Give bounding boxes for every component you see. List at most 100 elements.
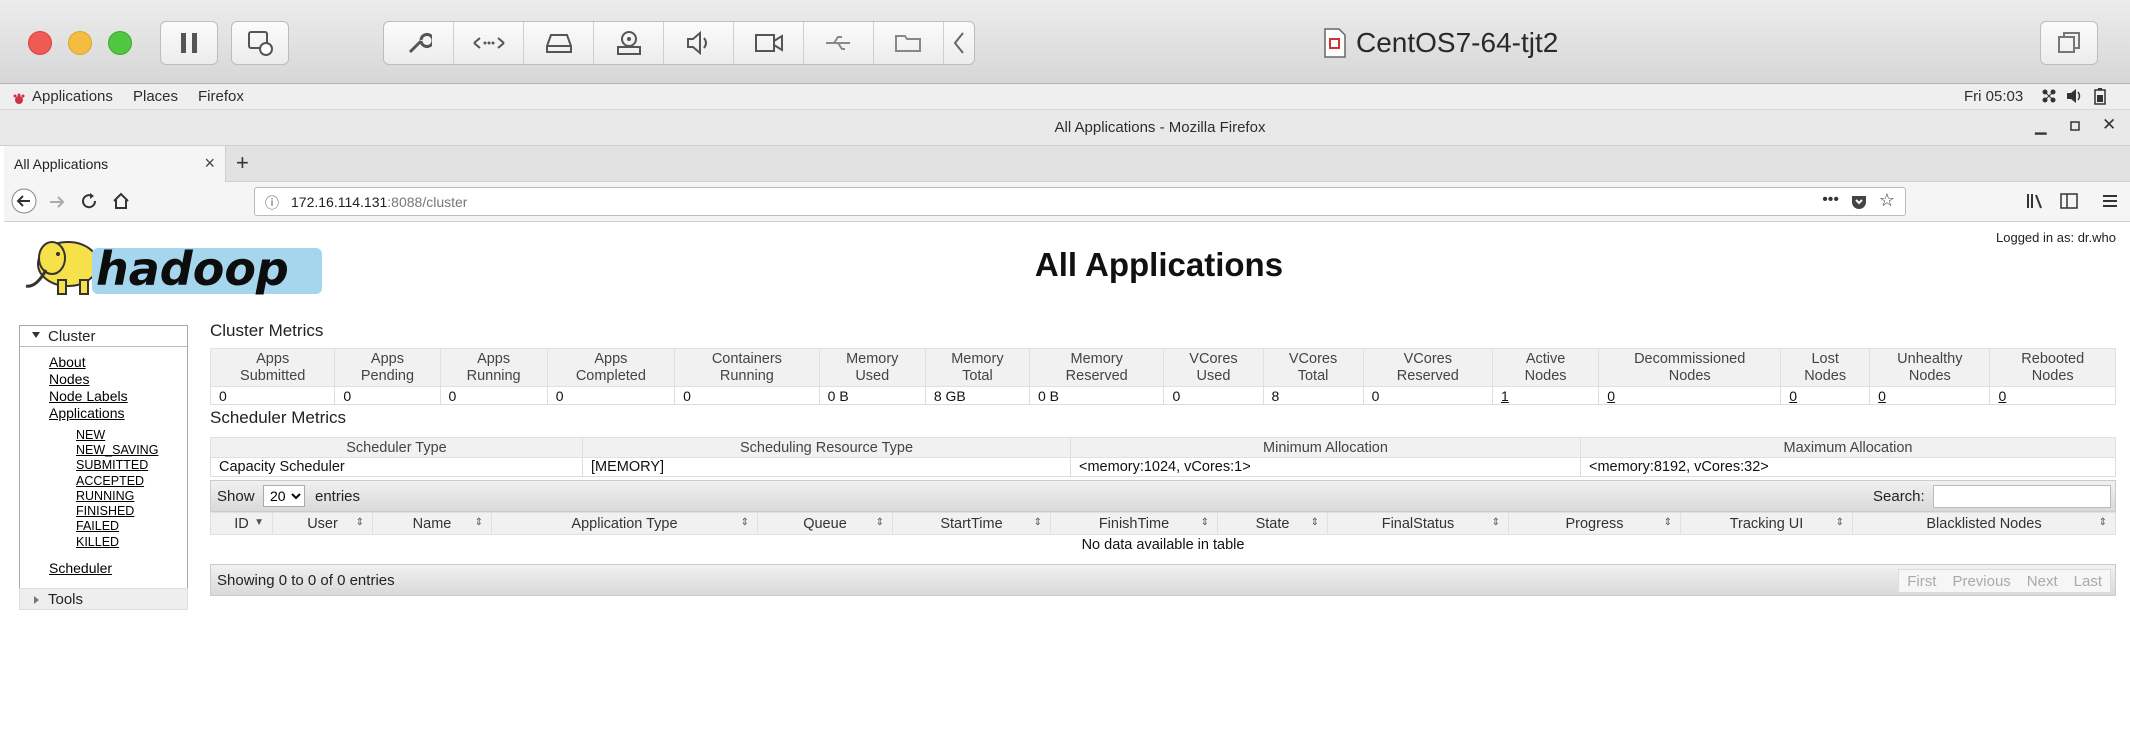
library-icon[interactable] <box>2026 192 2044 215</box>
usb-button[interactable] <box>804 22 874 64</box>
column-header-queue[interactable]: Queue ⇕ <box>757 512 893 535</box>
column-header-state[interactable]: State ⇕ <box>1217 512 1328 535</box>
app-state-submitted[interactable]: SUBMITTED <box>76 458 148 472</box>
tools-section-header[interactable]: Tools <box>19 588 188 610</box>
hamburger-menu-icon[interactable] <box>2102 192 2118 215</box>
shared-folder-button[interactable] <box>874 22 944 64</box>
site-info-icon[interactable]: ⓘ <box>265 193 279 213</box>
camera-icon <box>754 34 783 52</box>
app-state-killed[interactable]: KILLED <box>76 535 119 549</box>
column-header-name[interactable]: Name ⇕ <box>372 512 492 535</box>
cluster-metric-value[interactable]: 0 <box>1989 386 2116 405</box>
maximize-window-button[interactable] <box>108 31 132 55</box>
cluster-metric-header: Memory Total <box>924 348 1030 387</box>
column-header-blacklisted-nodes[interactable]: Blacklisted Nodes ⇕ <box>1852 512 2116 535</box>
search-input[interactable] <box>1933 485 2111 508</box>
cluster-metric-value[interactable]: 0 <box>1598 386 1782 405</box>
close-tab-icon[interactable]: × <box>204 153 215 174</box>
column-header-tracking-ui[interactable]: Tracking UI ⇕ <box>1680 512 1853 535</box>
column-header-finishtime[interactable]: FinishTime ⇕ <box>1050 512 1218 535</box>
pager-last-button[interactable]: Last <box>2066 570 2110 592</box>
url-bar[interactable]: ⓘ 172.16.114.131:8088/cluster ••• ☆ <box>254 187 1906 216</box>
node-count-link[interactable]: 0 <box>1789 388 1797 404</box>
column-header-id[interactable]: ID ▼ <box>210 512 273 535</box>
empty-table-message: No data available in table <box>1081 536 1245 553</box>
cd-drive-icon <box>616 31 641 55</box>
page-size-select[interactable]: 20 <box>263 485 305 507</box>
column-header-starttime[interactable]: StartTime ⇕ <box>892 512 1051 535</box>
tab-all-applications[interactable]: All Applications × <box>4 146 226 182</box>
node-count-link[interactable]: 1 <box>1501 388 1509 404</box>
table-info-bar: Showing 0 to 0 of 0 entries First Previou… <box>210 564 2116 596</box>
node-count-link[interactable]: 0 <box>1878 388 1886 404</box>
cluster-metric-header: Active Nodes <box>1492 348 1600 387</box>
sidebar-link-scheduler[interactable]: Scheduler <box>49 560 112 576</box>
cluster-metric-value[interactable]: 0 <box>1780 386 1871 405</box>
sidebar-link-about[interactable]: About <box>49 354 86 370</box>
bookmark-star-icon[interactable]: ☆ <box>1879 190 1895 211</box>
disk-button[interactable] <box>524 22 594 64</box>
cluster-metric-value[interactable]: 0 <box>1869 386 1991 405</box>
pager-next-button[interactable]: Next <box>2019 570 2066 592</box>
back-button[interactable] <box>10 187 38 221</box>
applications-menu[interactable]: Applications <box>32 88 113 105</box>
places-menu[interactable]: Places <box>133 88 178 105</box>
firefox-titlebar: All Applications - Mozilla Firefox ▁ ✕ <box>0 110 2130 146</box>
pocket-icon[interactable] <box>1851 194 1867 215</box>
app-state-failed[interactable]: FAILED <box>76 519 119 533</box>
sort-icon: ⇕ <box>1491 517 1500 528</box>
close-icon[interactable]: ✕ <box>2102 115 2116 135</box>
page-content: hadoop All Applications Logged in as: dr… <box>4 222 2130 748</box>
vm-document-icon <box>1324 28 1346 58</box>
page-actions-icon[interactable]: ••• <box>1822 191 1839 209</box>
new-tab-icon[interactable]: + <box>236 150 249 176</box>
snapshot-button[interactable] <box>231 21 289 65</box>
column-header-application-type[interactable]: Application Type ⇕ <box>491 512 758 535</box>
pager-first-button[interactable]: First <box>1899 570 1944 592</box>
pager-previous-button[interactable]: Previous <box>1944 570 2018 592</box>
close-window-button[interactable] <box>28 31 52 55</box>
cluster-metric-value[interactable]: 1 <box>1492 386 1600 405</box>
cluster-metric-header: Decommissioned Nodes <box>1598 348 1782 387</box>
settings-wrench-button[interactable] <box>384 22 454 64</box>
network-button[interactable] <box>454 22 524 64</box>
battery-icon[interactable] <box>2094 87 2106 109</box>
sound-button[interactable] <box>664 22 734 64</box>
chevron-left-icon <box>953 32 964 54</box>
app-state-accepted[interactable]: ACCEPTED <box>76 474 144 488</box>
app-state-new-saving[interactable]: NEW_SAVING <box>76 443 158 457</box>
table-info: Showing 0 to 0 of 0 entries <box>217 572 395 589</box>
sidebar-toggle-icon[interactable] <box>2060 192 2078 215</box>
sidebar-link-applications[interactable]: Applications <box>49 405 125 421</box>
cluster-section-header[interactable]: Cluster <box>20 326 187 347</box>
column-header-progress[interactable]: Progress ⇕ <box>1508 512 1681 535</box>
minimize-window-button[interactable] <box>68 31 92 55</box>
pagination: First Previous Next Last <box>1898 569 2111 593</box>
app-state-finished[interactable]: FINISHED <box>76 504 134 518</box>
cluster-metric-header: Containers Running <box>674 348 820 387</box>
fullscreen-button[interactable] <box>2040 21 2098 65</box>
url-text: 172.16.114.131:8088/cluster <box>291 194 468 210</box>
firefox-menu[interactable]: Firefox <box>198 88 244 105</box>
minimize-icon[interactable]: ▁ <box>2035 117 2047 135</box>
reload-button[interactable] <box>80 192 98 216</box>
optical-drive-button[interactable] <box>594 22 664 64</box>
node-count-link[interactable]: 0 <box>1998 388 2006 404</box>
app-state-running[interactable]: RUNNING <box>76 489 134 503</box>
maximize-icon[interactable] <box>2070 118 2080 135</box>
network-status-icon[interactable] <box>2041 88 2057 108</box>
node-count-link[interactable]: 0 <box>1607 388 1615 404</box>
pause-vm-button[interactable] <box>160 21 218 65</box>
clock[interactable]: Fri 05:03 <box>1964 88 2023 105</box>
volume-icon[interactable] <box>2066 88 2084 108</box>
forward-button[interactable] <box>48 193 66 216</box>
home-button[interactable] <box>112 192 130 216</box>
sidebar-link-node-labels[interactable]: Node Labels <box>49 388 128 404</box>
app-state-new[interactable]: NEW <box>76 428 105 442</box>
collapse-toolbar-button[interactable] <box>944 22 974 64</box>
camera-button[interactable] <box>734 22 804 64</box>
sidebar-link-nodes[interactable]: Nodes <box>49 371 89 387</box>
sidebar-cluster: Cluster About Nodes Node Labels Applicat… <box>19 325 188 590</box>
column-header-finalstatus[interactable]: FinalStatus ⇕ <box>1327 512 1509 535</box>
column-header-user[interactable]: User ⇕ <box>272 512 373 535</box>
